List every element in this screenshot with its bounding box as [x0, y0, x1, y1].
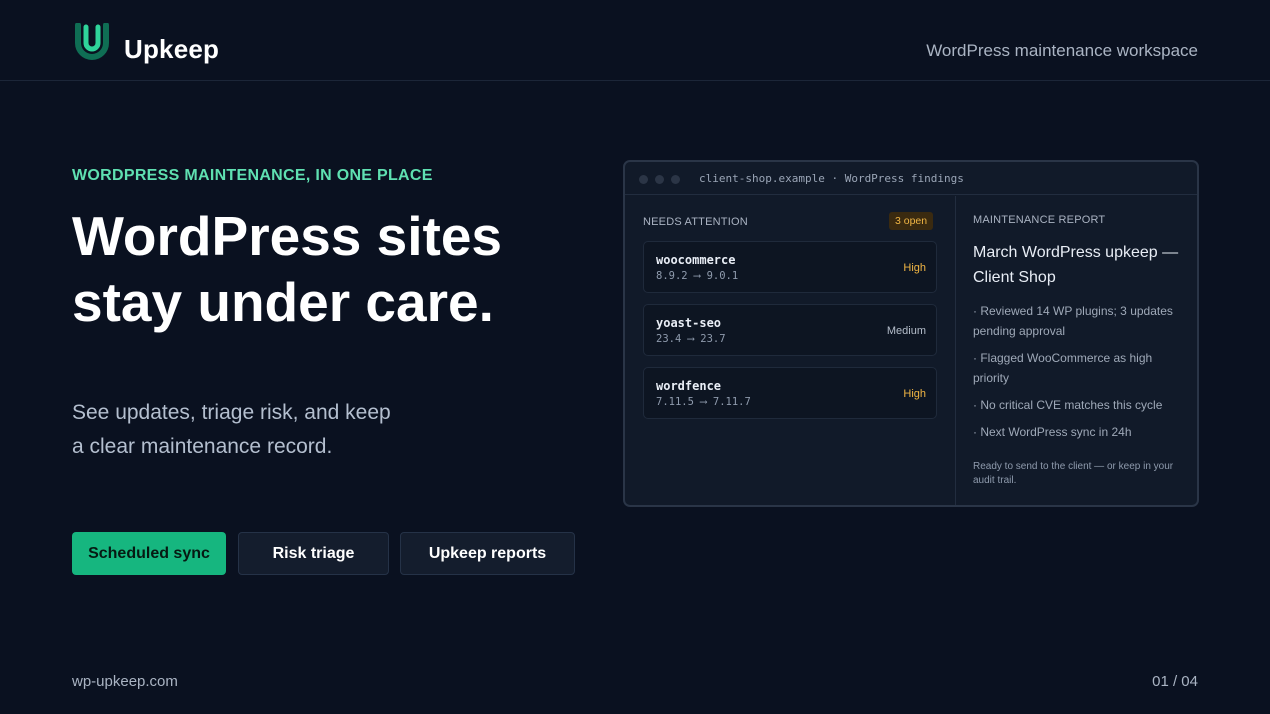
report-item: · Flagged WooCommerce as high priority — [973, 351, 1153, 385]
subcopy: See updates, triage risk, and keep a cle… — [72, 396, 452, 464]
report-title: March WordPress upkeep — Client Shop — [973, 244, 1179, 286]
window-title: client-shop.example · WordPress findings — [699, 172, 964, 185]
window-minimize-dot[interactable] — [655, 175, 664, 184]
finding-version: 23.4 ⟶ 23.7 — [656, 333, 726, 345]
needs-attention-pane: NEEDS ATTENTION 3 open woocommerce 8.9.2… — [625, 196, 955, 505]
logo — [74, 23, 110, 61]
needs-attention-label: NEEDS ATTENTION — [643, 216, 748, 228]
finding-severity: Medium — [886, 325, 926, 337]
subcopy-line-1: See updates, triage risk, and keep — [72, 401, 391, 424]
finding-card[interactable]: yoast-seo 23.4 ⟶ 23.7 Medium — [643, 304, 937, 356]
finding-severity: High — [903, 388, 926, 400]
finding-severity: High — [903, 262, 926, 274]
upkeep-logo-icon — [75, 23, 109, 60]
header: Upkeep WordPress maintenance workspace — [0, 0, 1270, 81]
eyebrow: WORDPRESS MAINTENANCE, IN ONE PLACE — [72, 167, 433, 184]
headline-line-2: stay under care. — [72, 271, 494, 333]
upkeep-reports-button[interactable]: Upkeep reports — [400, 532, 575, 575]
finding-version: 7.11.5 ⟶ 7.11.7 — [656, 396, 751, 408]
window-zoom-dot[interactable] — [671, 175, 680, 184]
finding-plugin-name: yoast-seo — [656, 316, 722, 330]
page: Upkeep WordPress maintenance workspace W… — [0, 0, 1270, 714]
brand-name: Upkeep — [124, 34, 220, 64]
headline-line-1: WordPress sites — [72, 205, 503, 267]
maintenance-report-pane: MAINTENANCE REPORT March WordPress upkee… — [955, 196, 1197, 505]
findings-window: client-shop.example · WordPress findings… — [623, 160, 1199, 507]
header-subtitle: WordPress maintenance workspace — [926, 41, 1198, 60]
footer-url[interactable]: wp-upkeep.com — [72, 673, 178, 690]
subcopy-line-2: a clear maintenance record. — [72, 435, 333, 458]
report-items: · Reviewed 14 WP plugins; 3 updates pend… — [973, 301, 1188, 449]
finding-plugin-name: woocommerce — [656, 253, 736, 267]
risk-triage-button[interactable]: Risk triage — [238, 532, 389, 575]
report-item: · Next WordPress sync in 24h — [973, 425, 1132, 439]
finding-card[interactable]: woocommerce 8.9.2 ⟶ 9.0.1 High — [643, 241, 937, 293]
maintenance-report-label: MAINTENANCE REPORT — [973, 214, 1106, 226]
report-item: · No critical CVE matches this cycle — [973, 398, 1163, 412]
headline: WordPress sites stay under care. — [72, 203, 592, 335]
window-titlebar: client-shop.example · WordPress findings — [625, 162, 1197, 195]
finding-card[interactable]: wordfence 7.11.5 ⟶ 7.11.7 High — [643, 367, 937, 419]
report-item: · Reviewed 14 WP plugins; 3 updates pend… — [973, 304, 1173, 338]
open-count-badge: 3 open — [889, 212, 934, 230]
page-indicator: 01 / 04 — [1152, 673, 1198, 690]
finding-plugin-name: wordfence — [656, 379, 722, 393]
scheduled-sync-button[interactable]: Scheduled sync — [72, 532, 226, 575]
report-footer-note: Ready to send to the client — or keep in… — [973, 461, 1174, 486]
window-close-dot[interactable] — [639, 175, 648, 184]
finding-version: 8.9.2 ⟶ 9.0.1 — [656, 270, 739, 282]
